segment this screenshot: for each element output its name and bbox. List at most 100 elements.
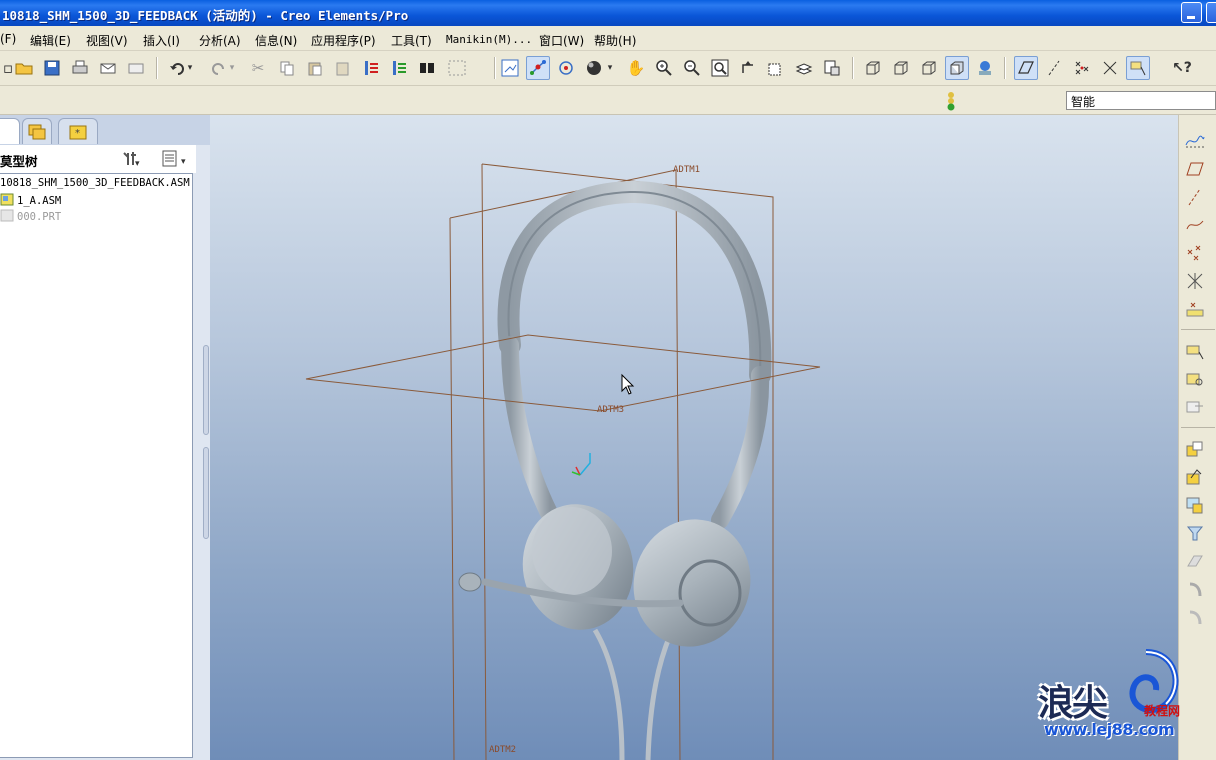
sketch-curve-icon[interactable] [1183, 129, 1207, 153]
tree-show-icon[interactable]: ▾ [160, 149, 192, 169]
tab-model-tree[interactable] [0, 118, 20, 144]
package-icon[interactable] [1183, 395, 1207, 419]
paste-icon[interactable] [303, 56, 327, 80]
assemble-component-icon[interactable] [1183, 339, 1207, 363]
model-tree: 10818_SHM_1500_3D_FEEDBACK.ASM 1_A.ASM 0… [0, 173, 193, 758]
datum-axis-icon[interactable] [1183, 185, 1207, 209]
datum-point-icon[interactable] [1183, 241, 1207, 265]
datum-axes-icon[interactable] [1042, 56, 1066, 80]
toolbar-separator [156, 57, 158, 79]
selection-filter[interactable]: 智能 [1066, 91, 1216, 110]
zoom-out-icon[interactable] [680, 56, 704, 80]
regenerate-icon[interactable] [359, 56, 383, 80]
tree-row-1a-asm[interactable]: 1_A.ASM [0, 193, 61, 207]
main-toolbar: ▫ ▾ ▾ ✂ ▾ ✋ ↖? [0, 51, 1216, 86]
shrinkwrap-icon[interactable] [1183, 493, 1207, 517]
find-icon[interactable] [415, 56, 439, 80]
merge-icon[interactable] [1183, 521, 1207, 545]
appearance-dropdown-icon[interactable]: ▾ [604, 56, 616, 80]
regen-manager-icon[interactable] [387, 56, 411, 80]
copy-geometry-icon[interactable] [1183, 437, 1207, 461]
field-point-icon[interactable] [1183, 297, 1207, 321]
email-icon[interactable] [96, 56, 120, 80]
redo-dropdown-icon[interactable]: ▾ [226, 56, 238, 80]
orient-mode-icon[interactable] [554, 56, 578, 80]
menu-edit[interactable]: 编辑(E) [30, 32, 71, 49]
tree-row-root[interactable]: 10818_SHM_1500_3D_FEEDBACK.ASM [0, 177, 190, 189]
saved-views-icon[interactable] [764, 56, 788, 80]
watermark-logo: 浪尖 教程网 www.lej88.com [1028, 646, 1208, 746]
repaint-icon[interactable] [498, 56, 522, 80]
datum-label-adtm1: ADTM1 [673, 165, 700, 175]
publish-geometry-icon[interactable] [1183, 465, 1207, 489]
coord-sys-icon[interactable] [1098, 56, 1122, 80]
mirror-icon[interactable] [1183, 605, 1207, 629]
datum-curve-icon[interactable] [1183, 213, 1207, 237]
tree-row-000-prt[interactable]: 000.PRT [0, 209, 61, 223]
menu-info[interactable]: 信息(N) [255, 32, 297, 49]
zoom-in-icon[interactable] [652, 56, 676, 80]
no-hidden-icon[interactable] [917, 56, 941, 80]
context-help-icon[interactable]: ↖? [1170, 56, 1194, 80]
select-box-icon[interactable] [444, 56, 474, 80]
navigator-tabs: * [0, 115, 210, 145]
offset-point-icon[interactable] [1183, 269, 1207, 293]
reorient-icon[interactable] [736, 56, 760, 80]
email-attach-icon[interactable] [124, 56, 148, 80]
model-tree-header: 莫型树 ▾ ▾ [0, 145, 196, 173]
menu-analysis[interactable]: 分析(A) [199, 32, 241, 49]
svg-text:▾: ▾ [135, 159, 140, 169]
tab-folder-browser[interactable] [22, 118, 52, 144]
watermark-main: 浪尖 [1038, 682, 1108, 724]
assembly-icon [0, 193, 14, 206]
coordinate-system-icon [571, 453, 591, 476]
svg-text:▾: ▾ [181, 157, 186, 167]
menu-insert[interactable]: 插入(I) [143, 32, 180, 49]
tree-row-label: 1_A.ASM [17, 195, 62, 207]
cutout-icon[interactable] [1183, 549, 1207, 573]
menu-tools[interactable]: 工具(T) [391, 32, 432, 49]
toolbar-separator [1004, 57, 1006, 79]
annotations-icon[interactable] [1126, 56, 1150, 80]
tab-favorites[interactable]: * [58, 118, 98, 144]
menu-help[interactable]: 帮助(H) [594, 32, 636, 49]
tree-settings-icon[interactable]: ▾ [120, 149, 142, 169]
menu-file[interactable]: (F) [0, 32, 16, 46]
undo-dropdown-icon[interactable]: ▾ [184, 56, 196, 80]
view-manager-icon[interactable] [820, 56, 844, 80]
pan-icon[interactable]: ✋ [624, 56, 648, 80]
menu-applications[interactable]: 应用程序(P) [311, 32, 376, 49]
flexible-icon[interactable] [1183, 577, 1207, 601]
create-component-icon[interactable] [1183, 367, 1207, 391]
spin-center-icon[interactable] [526, 56, 550, 80]
datum-plane-icon[interactable] [1183, 157, 1207, 181]
panel-sash-handle[interactable] [203, 447, 209, 539]
save-icon[interactable] [40, 56, 64, 80]
datum-plane-adtm3[interactable] [305, 334, 821, 412]
toolbar-separator [494, 57, 496, 79]
panel-sash-handle[interactable] [203, 345, 209, 435]
open-icon[interactable] [12, 56, 36, 80]
appearance-icon[interactable] [582, 56, 606, 80]
datum-planes-icon[interactable] [1014, 56, 1038, 80]
hidden-line-icon[interactable] [889, 56, 913, 80]
menu-manikin[interactable]: Manikin(M)... [446, 33, 532, 46]
minimize-button[interactable] [1181, 2, 1202, 23]
datum-points-icon[interactable] [1070, 56, 1094, 80]
print-icon[interactable] [68, 56, 92, 80]
paste-special-icon[interactable] [331, 56, 355, 80]
shading-icon[interactable] [945, 56, 969, 80]
layers-icon[interactable] [792, 56, 816, 80]
copy-icon[interactable] [275, 56, 299, 80]
enhanced-realism-icon[interactable] [973, 56, 997, 80]
toolbar-separator [852, 57, 854, 79]
refit-icon[interactable] [708, 56, 732, 80]
maximize-button[interactable] [1206, 2, 1216, 23]
menu-view[interactable]: 视图(V) [86, 32, 128, 49]
wireframe-icon[interactable] [861, 56, 885, 80]
model-tree-title: 莫型树 [0, 154, 38, 169]
traffic-light-icon [947, 92, 955, 111]
cut-icon[interactable]: ✂ [246, 56, 270, 80]
menu-window[interactable]: 窗口(W) [539, 32, 584, 49]
headset-model[interactable] [458, 180, 772, 760]
